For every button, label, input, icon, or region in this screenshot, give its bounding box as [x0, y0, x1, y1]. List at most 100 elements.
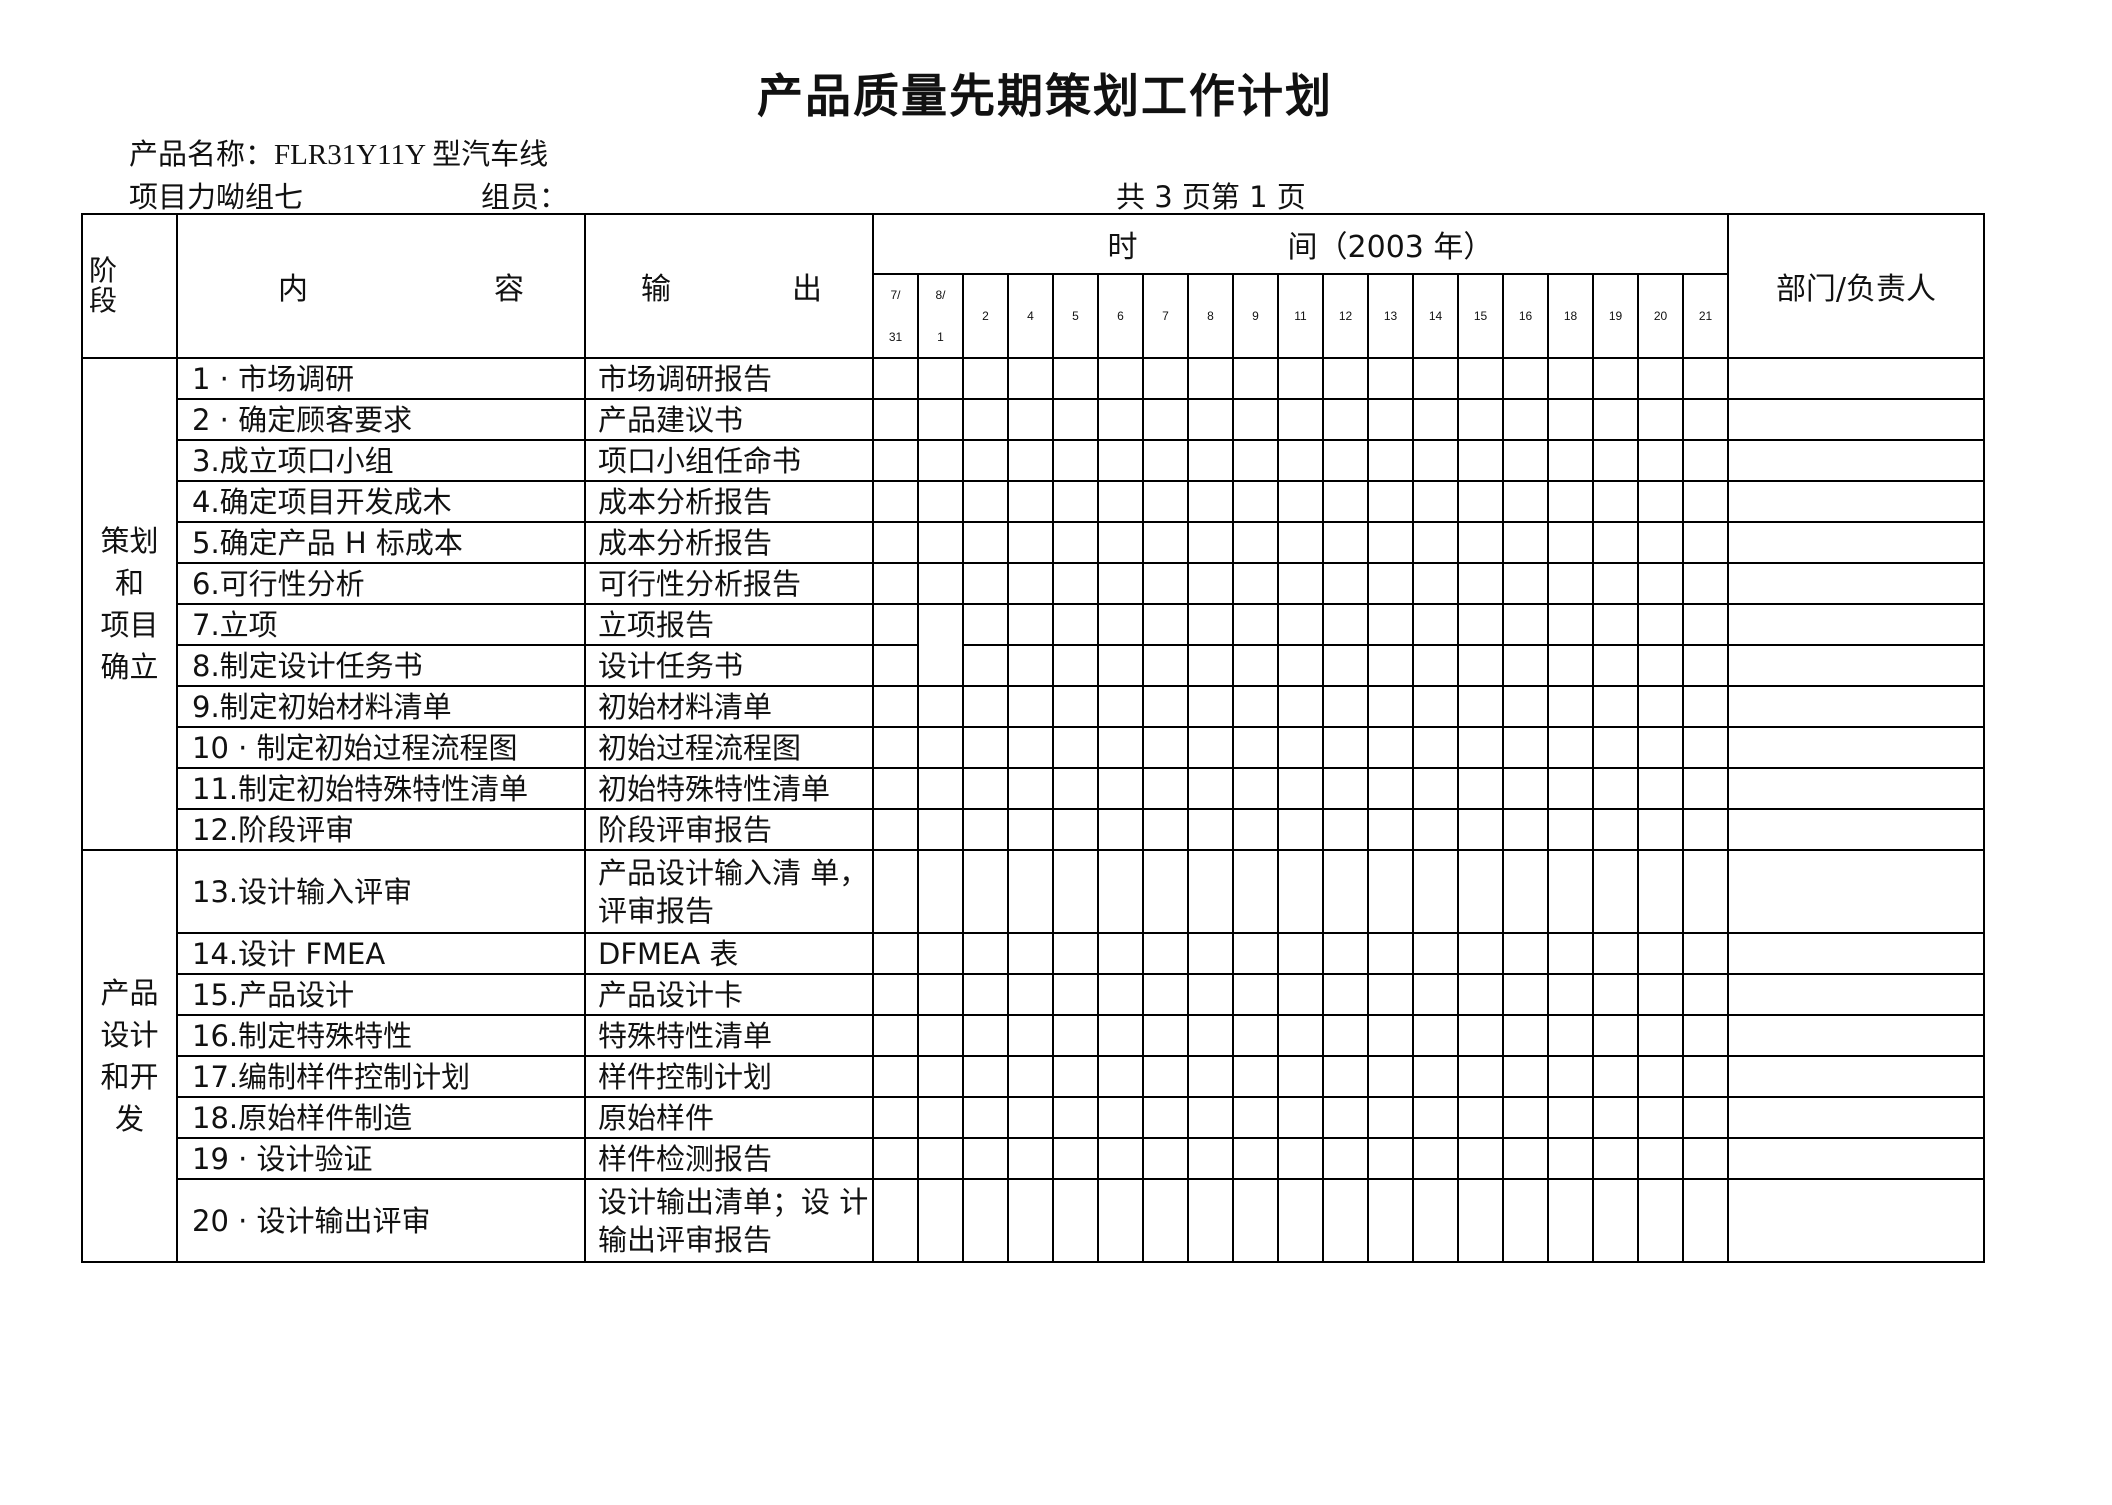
week-cell[interactable] — [1412, 439, 1459, 482]
week-cell[interactable] — [917, 398, 964, 441]
week-cell[interactable] — [1412, 480, 1459, 523]
week-cell[interactable] — [1502, 726, 1549, 769]
dept-cell[interactable] — [1727, 398, 1985, 441]
week-cell[interactable] — [1142, 357, 1189, 400]
week-cell[interactable] — [1412, 562, 1459, 605]
week-cell[interactable] — [962, 1055, 1009, 1098]
week-cell[interactable] — [1367, 398, 1414, 441]
week-cell[interactable] — [1412, 398, 1459, 441]
week-cell[interactable] — [1232, 932, 1279, 975]
week-cell[interactable] — [1322, 439, 1369, 482]
week-cell[interactable] — [1412, 1055, 1459, 1098]
week-cell[interactable] — [1367, 1014, 1414, 1057]
week-cell[interactable] — [1097, 562, 1144, 605]
week-cell[interactable] — [1547, 644, 1594, 687]
week-cell[interactable] — [1277, 398, 1324, 441]
week-cell[interactable] — [1457, 849, 1504, 934]
week-cell[interactable] — [1142, 439, 1189, 482]
week-cell[interactable] — [1007, 398, 1054, 441]
week-cell[interactable] — [1232, 521, 1279, 564]
week-cell[interactable] — [1637, 1055, 1684, 1098]
week-cell[interactable] — [872, 439, 919, 482]
week-cell[interactable] — [1682, 1178, 1729, 1263]
week-cell[interactable] — [917, 767, 964, 810]
week-cell[interactable] — [962, 1014, 1009, 1057]
week-cell[interactable] — [1682, 1096, 1729, 1139]
week-cell[interactable] — [917, 1055, 964, 1098]
week-cell[interactable] — [1637, 439, 1684, 482]
week-cell[interactable] — [1502, 1096, 1549, 1139]
week-cell[interactable] — [1412, 726, 1459, 769]
week-cell[interactable] — [962, 726, 1009, 769]
week-cell[interactable] — [962, 357, 1009, 400]
week-cell[interactable] — [1322, 1014, 1369, 1057]
week-cell[interactable] — [1322, 726, 1369, 769]
week-cell[interactable] — [1052, 398, 1099, 441]
week-cell[interactable] — [962, 562, 1009, 605]
week-cell[interactable] — [1187, 562, 1234, 605]
week-cell[interactable] — [1142, 644, 1189, 687]
week-cell[interactable] — [1097, 357, 1144, 400]
week-cell[interactable] — [1097, 726, 1144, 769]
week-cell[interactable] — [1502, 685, 1549, 728]
week-cell[interactable] — [917, 932, 964, 975]
week-cell[interactable] — [1142, 1014, 1189, 1057]
week-cell[interactable] — [1007, 767, 1054, 810]
week-cell[interactable] — [872, 685, 919, 728]
week-cell[interactable] — [1277, 932, 1324, 975]
dept-cell[interactable] — [1727, 480, 1985, 523]
week-cell[interactable] — [1592, 973, 1639, 1016]
week-cell[interactable] — [1097, 521, 1144, 564]
week-cell[interactable] — [1052, 1137, 1099, 1180]
week-cell[interactable] — [1367, 973, 1414, 1016]
week-cell[interactable] — [1322, 1178, 1369, 1263]
week-cell[interactable] — [1052, 1014, 1099, 1057]
week-cell[interactable] — [1367, 1178, 1414, 1263]
week-cell[interactable] — [1682, 521, 1729, 564]
week-cell[interactable] — [1007, 1096, 1054, 1139]
week-cell[interactable] — [1142, 849, 1189, 934]
week-cell[interactable] — [1682, 973, 1729, 1016]
week-cell[interactable] — [1187, 685, 1234, 728]
week-cell[interactable] — [1277, 767, 1324, 810]
week-cell[interactable] — [1277, 726, 1324, 769]
week-cell[interactable] — [1637, 480, 1684, 523]
week-cell[interactable] — [1682, 644, 1729, 687]
week-cell[interactable] — [1457, 398, 1504, 441]
week-cell[interactable] — [1322, 357, 1369, 400]
week-cell[interactable] — [1637, 685, 1684, 728]
week-cell[interactable] — [1277, 1137, 1324, 1180]
week-cell[interactable] — [1592, 644, 1639, 687]
week-cell[interactable] — [962, 685, 1009, 728]
week-cell[interactable] — [1142, 1096, 1189, 1139]
week-cell[interactable] — [1502, 1014, 1549, 1057]
week-cell[interactable] — [1052, 480, 1099, 523]
week-cell[interactable] — [1142, 562, 1189, 605]
week-cell[interactable] — [1367, 849, 1414, 934]
week-cell[interactable] — [1097, 480, 1144, 523]
week-cell[interactable] — [917, 439, 964, 482]
week-cell[interactable] — [962, 973, 1009, 1016]
week-cell[interactable] — [1322, 685, 1369, 728]
week-cell[interactable] — [1592, 1014, 1639, 1057]
week-cell[interactable] — [1502, 521, 1549, 564]
week-cell[interactable] — [1007, 603, 1054, 646]
week-cell[interactable] — [1457, 1014, 1504, 1057]
week-cell[interactable] — [1322, 398, 1369, 441]
week-cell[interactable] — [1007, 1014, 1054, 1057]
week-cell[interactable] — [1277, 1055, 1324, 1098]
week-cell[interactable] — [1187, 603, 1234, 646]
week-cell[interactable] — [1682, 1137, 1729, 1180]
week-cell[interactable] — [1277, 808, 1324, 851]
week-cell[interactable] — [1457, 726, 1504, 769]
week-cell[interactable] — [1142, 685, 1189, 728]
week-cell[interactable] — [962, 1096, 1009, 1139]
week-cell[interactable] — [1007, 726, 1054, 769]
week-cell[interactable] — [1097, 603, 1144, 646]
week-cell[interactable] — [1187, 1055, 1234, 1098]
week-cell[interactable] — [1232, 562, 1279, 605]
week-cell[interactable] — [1232, 398, 1279, 441]
week-cell[interactable] — [872, 1178, 919, 1263]
week-cell[interactable] — [1232, 808, 1279, 851]
week-cell[interactable] — [1547, 808, 1594, 851]
